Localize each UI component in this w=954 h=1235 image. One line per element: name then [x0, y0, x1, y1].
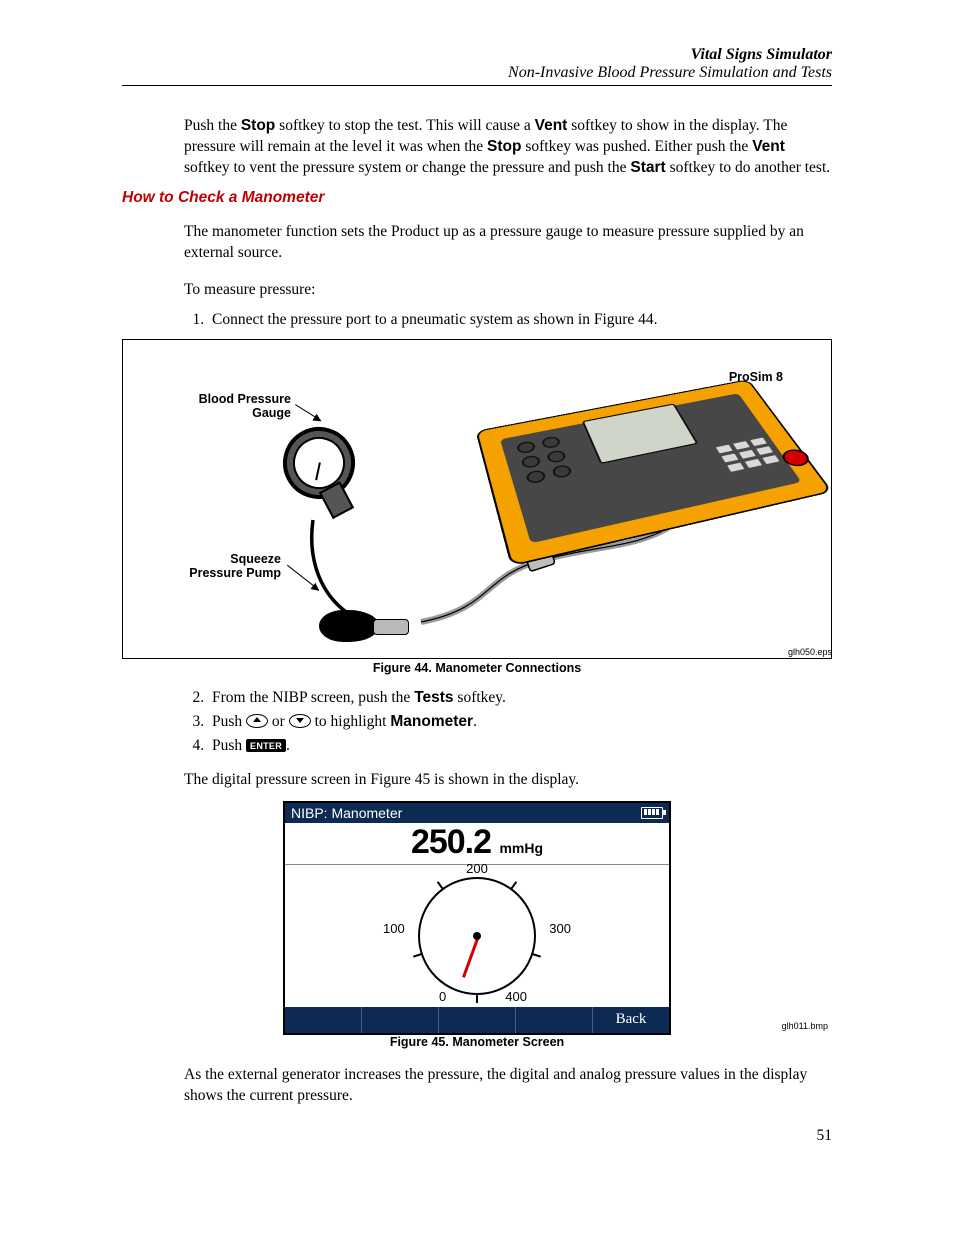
closing-paragraph: As the external generator increases the …: [184, 1065, 832, 1107]
tests-softkey-ref: Tests: [414, 689, 453, 706]
manometer-intro: The manometer function sets the Product …: [184, 222, 832, 264]
dial-tick-200: 200: [466, 861, 488, 876]
header-subtitle: Non-Invasive Blood Pressure Simulation a…: [122, 64, 832, 82]
softkey-4[interactable]: [516, 1007, 593, 1033]
softkey-bar: Back: [285, 1007, 669, 1033]
stop-softkey-ref: Stop: [241, 117, 275, 134]
pressure-reading: 250.2 mmHg: [285, 823, 669, 864]
dial-tick-300: 300: [549, 921, 571, 936]
manometer-option-ref: Manometer: [390, 713, 473, 730]
screen-titlebar: NIBP: Manometer: [285, 803, 669, 823]
text: Push: [212, 713, 246, 730]
softkey-back[interactable]: Back: [593, 1007, 669, 1033]
page: Vital Signs Simulator Non-Invasive Blood…: [62, 0, 892, 1165]
screen-title: NIBP: Manometer: [291, 805, 402, 821]
text: .: [286, 737, 290, 754]
enter-key-icon: ENTER: [246, 739, 286, 752]
softkey-3[interactable]: [439, 1007, 516, 1033]
label-squeeze-pump: Squeeze Pressure Pump: [171, 552, 281, 581]
vent-softkey-ref: Vent: [752, 138, 785, 155]
step-3: Push or to highlight Manometer.: [208, 713, 832, 731]
figure-45: NIBP: Manometer 250.2 mmHg 200 100 3: [283, 801, 671, 1035]
to-measure-pressure: To measure pressure:: [184, 280, 832, 301]
step-4: Push ENTER.: [208, 737, 832, 755]
down-arrow-key-icon: [289, 714, 311, 728]
label-blood-pressure-gauge: Blood Pressure Gauge: [181, 392, 291, 421]
text: softkey to do another test.: [666, 159, 830, 176]
header-title: Vital Signs Simulator: [122, 46, 832, 64]
text: softkey to stop the test. This will caus…: [275, 117, 534, 134]
reading-value: 250.2: [411, 823, 491, 861]
text: Push: [212, 737, 246, 754]
reading-unit: mmHg: [499, 840, 543, 856]
text: or: [268, 713, 289, 730]
page-header: Vital Signs Simulator Non-Invasive Blood…: [122, 46, 832, 86]
vent-softkey-ref: Vent: [535, 117, 568, 134]
up-arrow-key-icon: [246, 714, 268, 728]
intro-paragraph: Push the Stop softkey to stop the test. …: [184, 116, 832, 179]
text: to highlight: [311, 713, 391, 730]
after-steps-text: The digital pressure screen in Figure 45…: [184, 770, 832, 791]
dial-tick-400: 400: [505, 989, 527, 1004]
dial-needle-icon: [462, 935, 480, 977]
softkey-1[interactable]: [285, 1007, 362, 1033]
text: Push the: [184, 117, 241, 134]
figure-44: Blood Pressure Gauge Squeeze Pressure Pu…: [122, 339, 832, 659]
page-number: 51: [122, 1127, 832, 1145]
battery-icon: [641, 807, 663, 819]
step-2: From the NIBP screen, push the Tests sof…: [208, 689, 832, 707]
dial-tick-100: 100: [383, 921, 405, 936]
squeeze-bulb-icon: [319, 610, 379, 642]
heading-how-to-check-manometer: How to Check a Manometer: [122, 189, 832, 207]
text: softkey was pushed. Either push the: [521, 138, 752, 155]
start-softkey-ref: Start: [630, 159, 665, 176]
text: softkey.: [454, 689, 506, 706]
softkey-2[interactable]: [362, 1007, 439, 1033]
step-1: Connect the pressure port to a pneumatic…: [208, 311, 832, 329]
text: From the NIBP screen, push the: [212, 689, 414, 706]
steps-list-2: From the NIBP screen, push the Tests sof…: [184, 689, 832, 755]
text: .: [473, 713, 477, 730]
figure-45-caption: Figure 45. Manometer Screen: [122, 1035, 832, 1049]
steps-list: Connect the pressure port to a pneumatic…: [184, 311, 832, 329]
manometer-screen: NIBP: Manometer 250.2 mmHg 200 100 3: [283, 801, 671, 1035]
dial-tick-0: 0: [439, 989, 446, 1004]
analog-dial: 200 100 300 0 400: [285, 864, 669, 1007]
text: softkey to vent the pressure system or c…: [184, 159, 630, 176]
figure-44-caption: Figure 44. Manometer Connections: [122, 661, 832, 675]
stop-softkey-ref: Stop: [487, 138, 521, 155]
